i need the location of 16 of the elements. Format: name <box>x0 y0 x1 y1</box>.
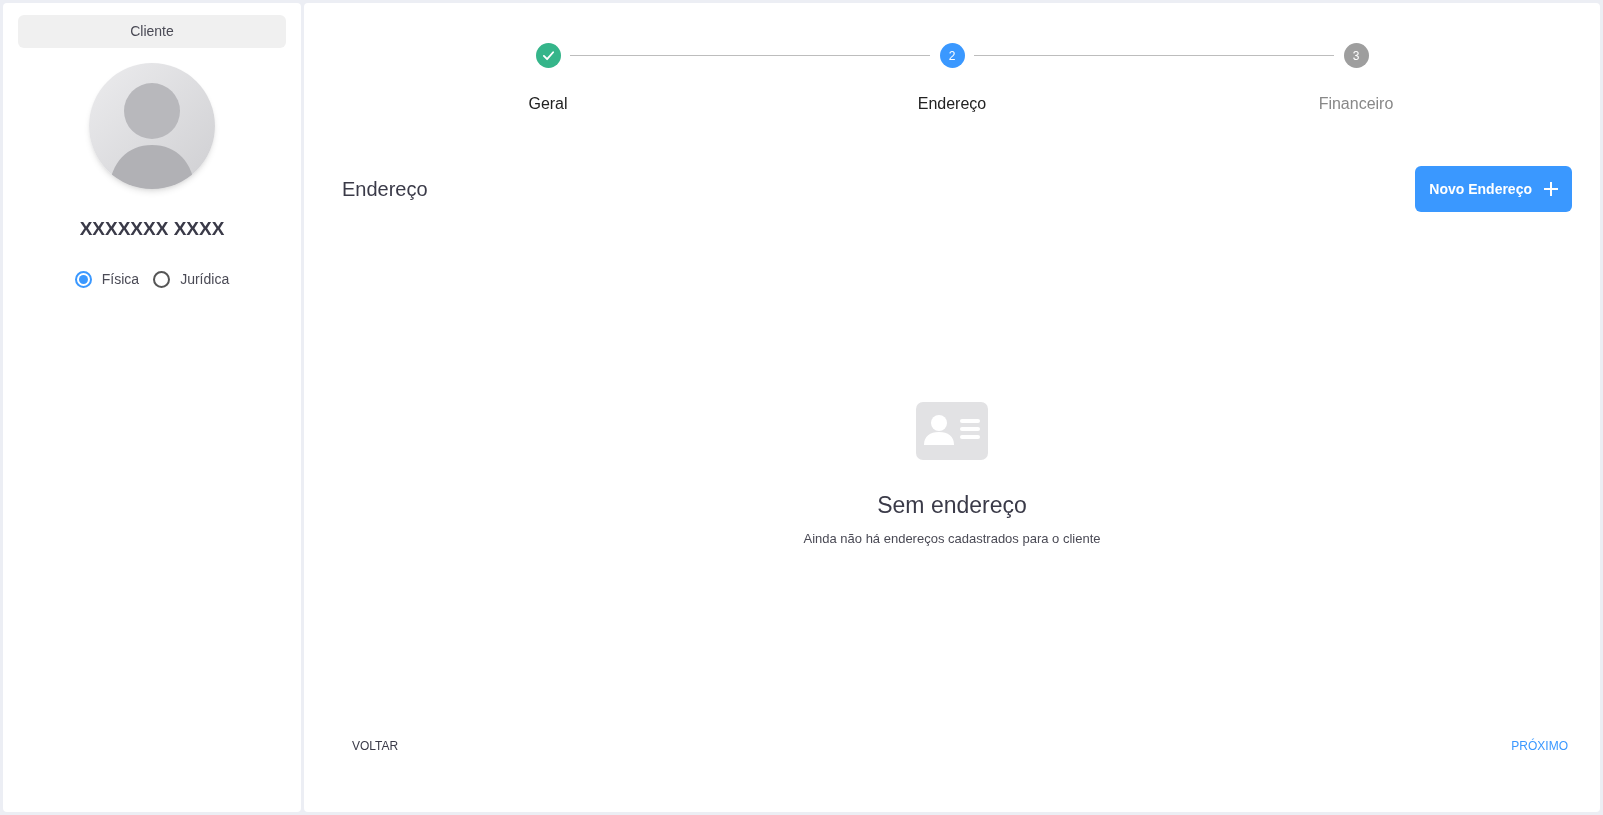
step-label: Endereço <box>917 94 987 114</box>
step-label: Geral <box>528 94 568 114</box>
plus-icon <box>1544 182 1558 196</box>
client-name: XXXXXXX XXXX <box>79 217 225 241</box>
sidebar-title: Cliente <box>18 15 286 48</box>
person-type-radio[interactable]: Jurídica <box>153 268 230 290</box>
back-button[interactable]: VOLTAR <box>342 733 409 759</box>
empty-state-title: Sem endereço <box>877 491 1027 520</box>
id-card-icon <box>916 402 988 460</box>
section-title: Endereço <box>342 177 428 202</box>
step-label: Financeiro <box>1318 94 1394 114</box>
person-type-radio[interactable]: Física <box>74 268 140 290</box>
empty-state-message: Ainda não há endereços cadastrados para o cliente <box>803 529 1101 548</box>
step-indicator: 2 <box>939 43 965 68</box>
step-indicator: 3 <box>1343 43 1369 68</box>
check-icon <box>541 49 555 62</box>
